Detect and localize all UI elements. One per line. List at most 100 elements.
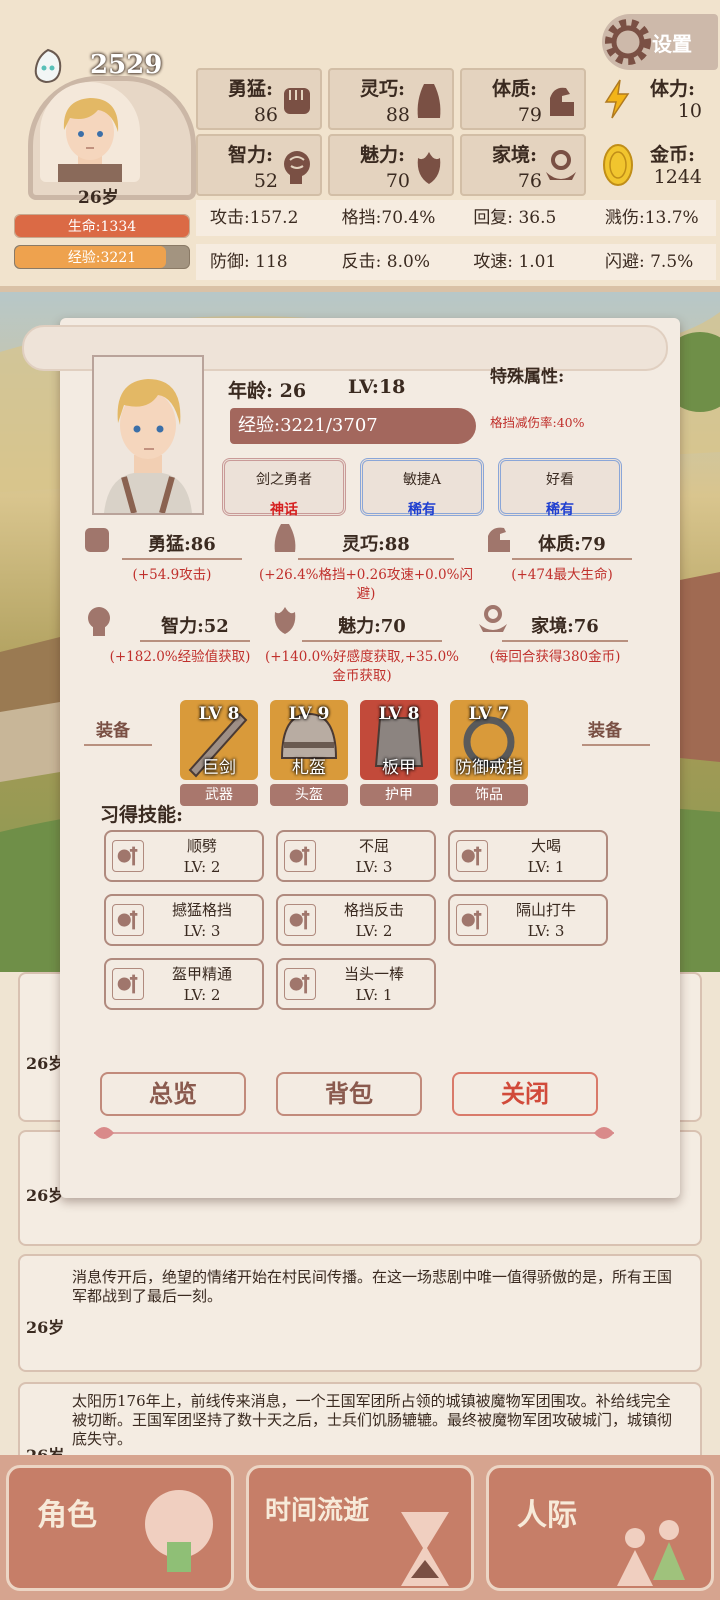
equip-slot: 头盔 <box>270 784 348 806</box>
brain-icon <box>284 151 310 184</box>
tab-label: 角色 <box>37 1498 97 1533</box>
equip-armor[interactable]: LV 8 板甲 护甲 <box>360 700 438 806</box>
equip-level: LV 7 <box>468 704 510 724</box>
stat-courage: 勇猛: 86 <box>196 68 322 130</box>
skill-card[interactable]: 不屈 LV: 3 <box>276 830 436 882</box>
equip-label-right: 装备 <box>588 721 622 741</box>
people-icon <box>617 1520 685 1586</box>
trait-card[interactable]: 好看 稀有 <box>498 458 622 518</box>
age-badge: 26岁 <box>78 188 119 208</box>
skill-card[interactable]: 隔山打牛 LV: 3 <box>448 894 608 946</box>
life-bar: 生命:1334 <box>14 214 190 238</box>
spirit-icon <box>34 48 62 84</box>
settings-button[interactable]: 设置 <box>602 14 718 70</box>
character-portrait <box>92 355 204 515</box>
sub-stat: 攻速: 1.01 <box>473 252 557 272</box>
equip-level: LV 8 <box>198 704 240 724</box>
stat-label: 灵巧: <box>360 78 406 100</box>
stat-value: 79 <box>517 104 542 126</box>
stat-value: 76 <box>517 170 542 192</box>
cloak-icon <box>417 84 441 118</box>
special-attr-title: 特殊属性: <box>490 367 565 387</box>
attr-desc: (+140.0%好感度获取,+35.0%金币获取) <box>264 649 460 684</box>
skill-name: 不屈 <box>358 837 389 855</box>
skill-card[interactable]: 格挡反击 LV: 2 <box>276 894 436 946</box>
equip-name: 巨剑 <box>202 758 236 778</box>
skill-name: 格挡反击 <box>343 901 404 919</box>
sub-stats-row-2: 防御: 118 反击: 8.0% 攻速: 1.01 闪避: 7.5% <box>196 244 716 280</box>
skill-card[interactable]: 撼猛格挡 LV: 3 <box>104 894 264 946</box>
skill-card[interactable]: 当头一棒 LV: 1 <box>276 958 436 1010</box>
bag-button[interactable]: 背包 <box>276 1072 422 1116</box>
log-age: 26岁 <box>26 1318 65 1337</box>
stamina-value: 10 <box>677 100 702 122</box>
close-button[interactable]: 关闭 <box>452 1072 598 1116</box>
equip-helmet[interactable]: LV 9 札盔 头盔 <box>270 700 348 806</box>
trait-name: 敏捷A <box>402 472 442 488</box>
log-age: 26岁 <box>26 1186 65 1205</box>
divider <box>84 744 152 746</box>
equip-level: LV 8 <box>378 704 420 724</box>
equip-accessory[interactable]: LV 7 防御戒指 饰品 <box>450 700 528 806</box>
skill-level: LV: 1 <box>527 858 565 876</box>
tab-time-passes[interactable]: 时间流逝 <box>246 1465 474 1591</box>
stat-label: 勇猛: <box>228 78 274 100</box>
skill-level: LV: 3 <box>355 858 393 876</box>
equip-slot: 护甲 <box>360 784 438 806</box>
stat-label: 家境: <box>492 144 538 166</box>
log-entry[interactable]: 26岁 消息传开后，绝望的情绪开始在村民间传播。在这一场悲剧中唯一值得骄傲的是，… <box>18 1254 702 1372</box>
skills-title: 习得技能: <box>100 804 184 826</box>
exp-bar: 经验:3221 <box>14 245 190 269</box>
gear-icon <box>605 19 651 65</box>
skill-level: LV: 1 <box>355 986 393 1004</box>
settings-label: 设置 <box>652 32 692 56</box>
life-text: 生命:1334 <box>67 219 137 235</box>
greatsword-icon: LV 8 巨剑 <box>180 700 258 780</box>
head-icon <box>145 1490 213 1572</box>
equip-slot: 饰品 <box>450 784 528 806</box>
sub-stats-row-1: 攻击:157.2 格挡:70.4% 回复: 36.5 溅伤:13.7% <box>196 200 716 236</box>
overview-button[interactable]: 总览 <box>100 1072 246 1116</box>
hourglass-icon <box>401 1512 449 1586</box>
skill-icon <box>456 904 488 936</box>
helmet-icon: LV 9 札盔 <box>270 700 348 780</box>
arm-icon <box>550 87 574 116</box>
equip-slot: 武器 <box>180 784 258 806</box>
trait-card[interactable]: 敏捷A 稀有 <box>360 458 484 518</box>
skill-icon <box>456 840 488 872</box>
trait-rarity: 稀有 <box>546 502 574 518</box>
trait-card[interactable]: 剑之勇者 神话 <box>222 458 346 518</box>
attr-title: 体质:79 <box>512 530 632 560</box>
stamina-label: 体力: <box>650 78 696 100</box>
stat-label: 魅力: <box>360 144 406 166</box>
tab-relations[interactable]: 人际 <box>486 1465 714 1591</box>
sub-stat: 格挡:70.4% <box>341 208 436 228</box>
stat-dexterity: 灵巧: 88 <box>328 68 454 130</box>
equip-name: 防御戒指 <box>455 758 523 778</box>
skill-icon <box>284 904 316 936</box>
fist-icon <box>284 88 310 114</box>
trait-rarity: 稀有 <box>408 502 436 518</box>
ring-icon: LV 7 防御戒指 <box>450 700 528 780</box>
gold-coin-icon <box>603 144 633 186</box>
skill-card[interactable]: 顺劈 LV: 2 <box>104 830 264 882</box>
trait-name: 剑之勇者 <box>256 472 312 488</box>
attr-charm: 魅力:70 (+140.0%好感度获取,+35.0%金币获取) <box>262 612 462 686</box>
log-age: 26岁 <box>26 1054 65 1073</box>
equip-weapon[interactable]: LV 8 巨剑 武器 <box>180 700 258 806</box>
log-entry[interactable]: 26岁 太阳历176年上，前线传来消息，一个王国军团所占领的城镇被魔物军团围攻。… <box>18 1382 702 1465</box>
equip-level: LV 9 <box>288 704 330 724</box>
avatar[interactable] <box>40 82 140 182</box>
stat-value: 52 <box>253 170 278 192</box>
gold-value: 1244 <box>653 166 702 188</box>
stat-value: 88 <box>385 104 410 126</box>
skill-card[interactable]: 大喝 LV: 1 <box>448 830 608 882</box>
skill-card[interactable]: 盔甲精通 LV: 2 <box>104 958 264 1010</box>
sub-stat: 攻击:157.2 <box>210 208 299 228</box>
skill-name: 顺劈 <box>186 837 217 855</box>
tab-character[interactable]: 角色 <box>6 1465 234 1591</box>
stamina-display: 体力: 10 <box>596 68 720 130</box>
attr-desc: (+474最大生命) <box>511 567 613 583</box>
sub-stat: 回复: 36.5 <box>473 208 557 228</box>
attr-title: 魅力:70 <box>302 612 442 642</box>
